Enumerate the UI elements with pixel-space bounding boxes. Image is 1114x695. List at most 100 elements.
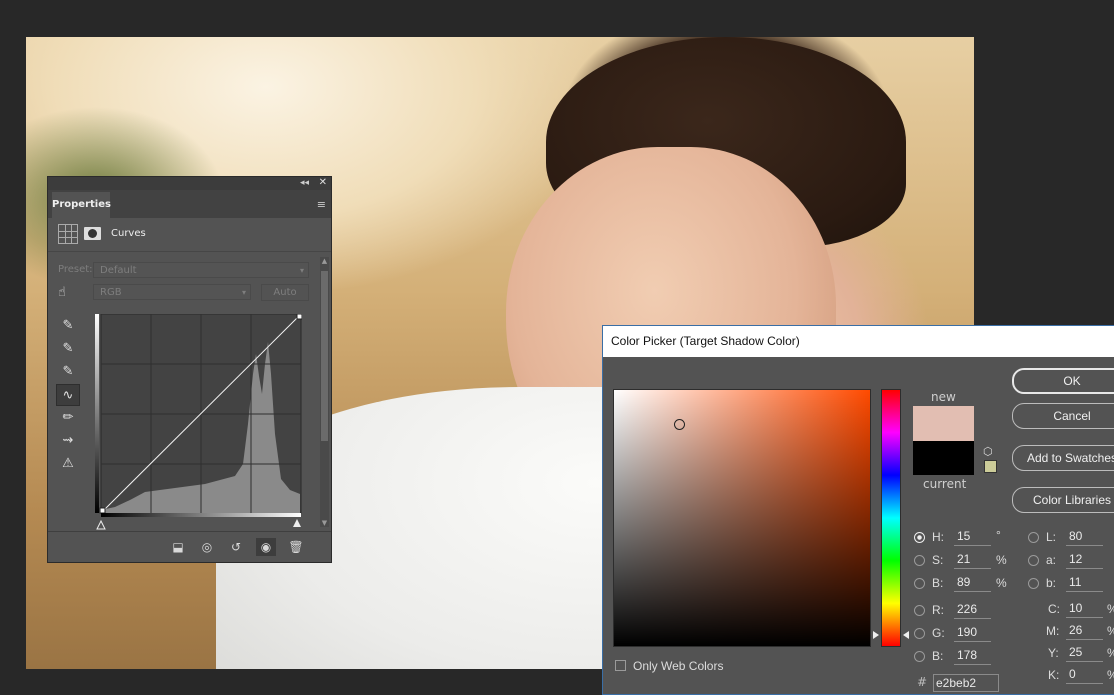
lightness-field[interactable]: 80 xyxy=(1066,528,1103,546)
magenta-field[interactable]: 26 xyxy=(1066,622,1103,640)
a-channel-label: a: xyxy=(1046,553,1057,567)
hue-slider[interactable] xyxy=(881,389,901,647)
hue-label: H: xyxy=(932,530,944,544)
lightness-radio[interactable] xyxy=(1028,532,1039,543)
chevron-down-icon: ▾ xyxy=(299,266,304,275)
collapse-icon[interactable]: ◂◂ xyxy=(300,178,309,188)
preset-value: Default xyxy=(100,265,137,276)
black-field[interactable]: 0 xyxy=(1066,666,1103,684)
curve-tools: ✎ ✎ ✎ ∿ ✏ ⇝ ⚠ xyxy=(56,315,80,476)
channel-select[interactable]: RGB ▾ xyxy=(93,284,251,300)
preset-label: Preset: xyxy=(58,264,93,275)
hex-field[interactable]: e2beb2 xyxy=(933,674,999,692)
scroll-down-icon[interactable]: ▼ xyxy=(320,519,329,527)
black-point-eyedropper-icon[interactable]: ✎ xyxy=(56,315,80,337)
saturation-brightness-field[interactable] xyxy=(613,389,871,647)
hue-unit: ° xyxy=(996,528,1001,542)
output-gradient-bar xyxy=(95,314,99,513)
color-libraries-button[interactable]: Color Libraries xyxy=(1012,487,1114,513)
tab-properties[interactable]: Properties xyxy=(52,192,111,218)
hue-radio[interactable] xyxy=(914,532,925,543)
black-unit: % xyxy=(1107,668,1114,682)
b-channel-label: b: xyxy=(1046,576,1057,590)
smooth-curve-icon[interactable]: ⇝ xyxy=(56,430,80,452)
a-channel-radio[interactable] xyxy=(1028,555,1039,566)
cyan-field[interactable]: 10 xyxy=(1066,600,1103,618)
clip-to-layer-icon[interactable]: ⬓ xyxy=(168,538,188,556)
auto-button[interactable]: Auto xyxy=(261,284,309,301)
panel-menu-icon[interactable]: ≡ xyxy=(317,198,326,211)
properties-panel: ◂◂ ✕ Properties ≡ Curves Preset: Default… xyxy=(47,176,332,563)
cyan-label: C: xyxy=(1048,602,1060,616)
edit-points-curve-icon[interactable]: ∿ xyxy=(56,384,80,406)
saturation-label: S: xyxy=(932,553,944,567)
ok-button[interactable]: OK xyxy=(1012,368,1114,394)
panel-titlebar[interactable]: ◂◂ ✕ xyxy=(48,177,331,190)
magenta-unit: % xyxy=(1107,624,1114,638)
b-channel-field[interactable]: 11 xyxy=(1066,574,1103,592)
saturation-radio[interactable] xyxy=(914,555,925,566)
green-radio[interactable] xyxy=(914,628,925,639)
panel-bottom-bar: ⬓ ◎ ↺ ◉ 🗑 xyxy=(48,531,331,562)
web-safe-swatch[interactable] xyxy=(984,460,997,473)
draw-curve-pencil-icon[interactable]: ✏ xyxy=(56,407,80,429)
yellow-unit: % xyxy=(1107,646,1114,660)
scroll-up-icon[interactable]: ▲ xyxy=(320,257,329,265)
preset-select[interactable]: Default ▾ xyxy=(93,262,309,278)
reset-icon[interactable]: ↺ xyxy=(226,538,246,556)
red-field[interactable]: 226 xyxy=(954,601,991,619)
panel-scrollbar[interactable]: ▲ ▼ xyxy=(320,257,329,527)
hue-slider-right-arrow[interactable] xyxy=(903,631,909,639)
brightness-unit: % xyxy=(996,576,1007,590)
a-channel-field[interactable]: 12 xyxy=(1066,551,1103,569)
curves-adjustment-icon[interactable] xyxy=(58,224,78,244)
blue-field[interactable]: 178 xyxy=(954,647,991,665)
brightness-radio[interactable] xyxy=(914,578,925,589)
b-channel-radio[interactable] xyxy=(1028,578,1039,589)
new-color-swatch xyxy=(913,406,974,441)
current-color-swatch[interactable] xyxy=(913,441,974,475)
red-radio[interactable] xyxy=(914,605,925,616)
current-color-label: current xyxy=(923,477,967,491)
color-picker-dialog: Color Picker (Target Shadow Color) new c… xyxy=(602,325,1114,695)
blue-label: B: xyxy=(932,649,944,663)
cyan-unit: % xyxy=(1107,602,1114,616)
black-label: K: xyxy=(1048,668,1060,682)
visibility-eye-icon[interactable]: ◉ xyxy=(256,538,276,556)
scroll-thumb[interactable] xyxy=(321,271,328,441)
chevron-down-icon: ▾ xyxy=(241,288,246,297)
clipping-warning-icon[interactable]: ⚠ xyxy=(56,453,80,475)
only-web-colors-label: Only Web Colors xyxy=(633,659,724,673)
shadow-point xyxy=(99,507,106,514)
on-image-adjust-icon[interactable]: ☝ xyxy=(58,285,66,300)
add-to-swatches-button[interactable]: Add to Swatches xyxy=(1012,445,1114,471)
color-field-cursor[interactable] xyxy=(674,419,685,430)
brightness-label: B: xyxy=(932,576,944,590)
adjustment-header: Curves xyxy=(48,218,331,252)
hue-slider-left-arrow[interactable] xyxy=(873,631,879,639)
gray-point-eyedropper-icon[interactable]: ✎ xyxy=(56,338,80,360)
magenta-label: M: xyxy=(1046,624,1060,638)
panel-tab-row: Properties ≡ xyxy=(48,190,331,218)
white-point-eyedropper-icon[interactable]: ✎ xyxy=(56,361,80,383)
green-label: G: xyxy=(932,626,945,640)
cancel-button[interactable]: Cancel xyxy=(1012,403,1114,429)
saturation-field[interactable]: 21 xyxy=(954,551,991,569)
layer-mask-icon[interactable] xyxy=(84,227,101,240)
delete-trash-icon[interactable]: 🗑 xyxy=(286,538,306,556)
input-sliders[interactable] xyxy=(95,517,310,531)
view-previous-state-icon[interactable]: ◎ xyxy=(197,538,217,556)
yellow-field[interactable]: 25 xyxy=(1066,644,1103,662)
green-field[interactable]: 190 xyxy=(954,624,991,642)
only-web-colors-checkbox[interactable] xyxy=(615,660,626,671)
curves-graph[interactable] xyxy=(95,314,302,517)
saturation-unit: % xyxy=(996,553,1007,567)
dialog-title: Color Picker (Target Shadow Color) xyxy=(603,326,1114,357)
blue-radio[interactable] xyxy=(914,651,925,662)
red-label: R: xyxy=(932,603,944,617)
new-color-label: new xyxy=(931,390,956,404)
brightness-field[interactable]: 89 xyxy=(954,574,991,592)
web-safe-cube-icon[interactable]: ⬡ xyxy=(983,445,993,458)
hue-field[interactable]: 15 xyxy=(954,528,991,546)
close-icon[interactable]: ✕ xyxy=(319,177,327,188)
